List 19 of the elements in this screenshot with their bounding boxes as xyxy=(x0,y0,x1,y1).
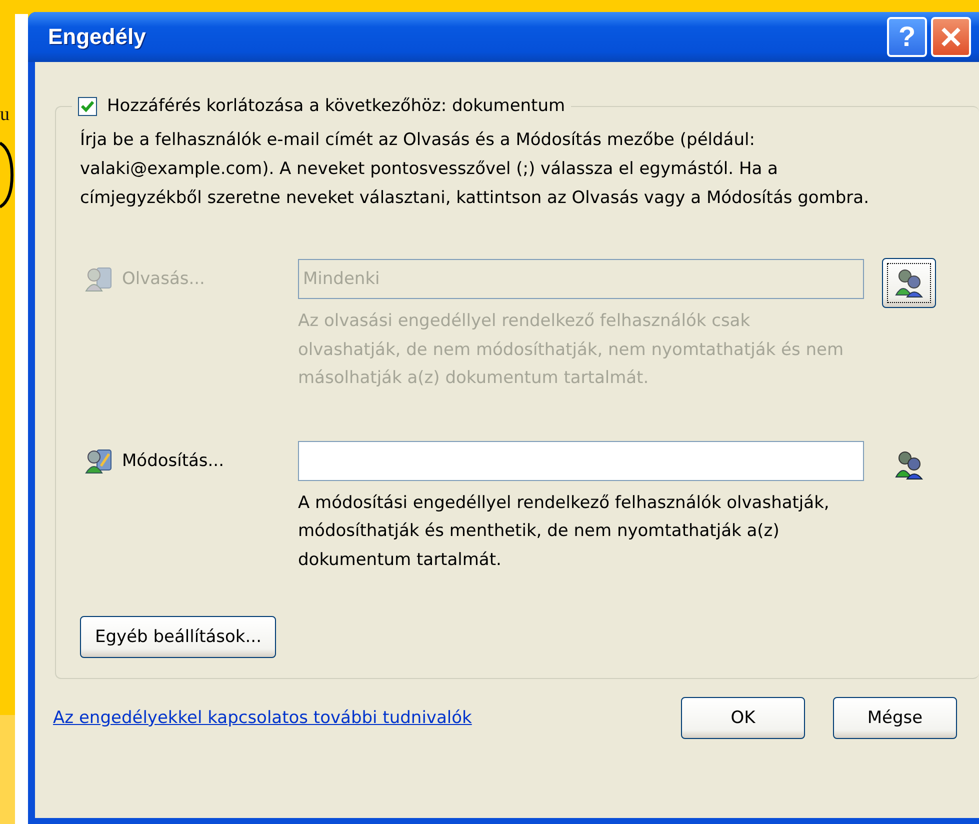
ok-button[interactable]: OK xyxy=(681,697,805,739)
restrict-checkbox[interactable] xyxy=(78,96,97,116)
permission-field[interactable] xyxy=(298,440,864,480)
cancel-button[interactable]: Mégse xyxy=(833,697,957,739)
circle-arc-drawing xyxy=(0,140,14,210)
background-text: u xyxy=(0,104,10,126)
address-book-icon xyxy=(893,267,925,299)
more-options-button[interactable]: Egyéb beállítások... xyxy=(80,616,276,658)
permission-label: Módosítás... xyxy=(122,450,224,470)
permission-description: Az olvasási engedéllyel rendelkező felhasználók csak olvashatják, de nem módosíthatják, nem nyomtathatják és nem másolhatják a(z) dokumentum tartalmát. xyxy=(298,310,845,390)
restrict-label: Hozzáférés korlátozása a következőhöz: dokumentum xyxy=(107,96,566,116)
address-book-icon xyxy=(893,448,925,480)
help-link[interactable]: Az engedélyekkel kapcsolatos további tudnivalók xyxy=(53,708,681,728)
permission-description: A módosítási engedéllyel rendelkező felhasználók olvashatják, módosíthatják és menthetik, de nem nyomtathatják a(z) dokumentum tartalmát. xyxy=(298,492,830,572)
close-icon xyxy=(940,26,962,48)
permission-label: Olvasás... xyxy=(122,269,205,289)
instructions-text: Írja be a felhasználók e-mail címét az Olvasás és a Módosítás mezőbe (például: valaki@example.com). A neveket pontosvesszővel (;) válassza el egymástól. Ha a címjegyzékből szeretne neveket választani, kattintson az Olvasás vagy a Módosítás gombra. xyxy=(80,128,870,210)
window-title: Engedély xyxy=(47,24,146,50)
close-button[interactable] xyxy=(931,17,971,57)
